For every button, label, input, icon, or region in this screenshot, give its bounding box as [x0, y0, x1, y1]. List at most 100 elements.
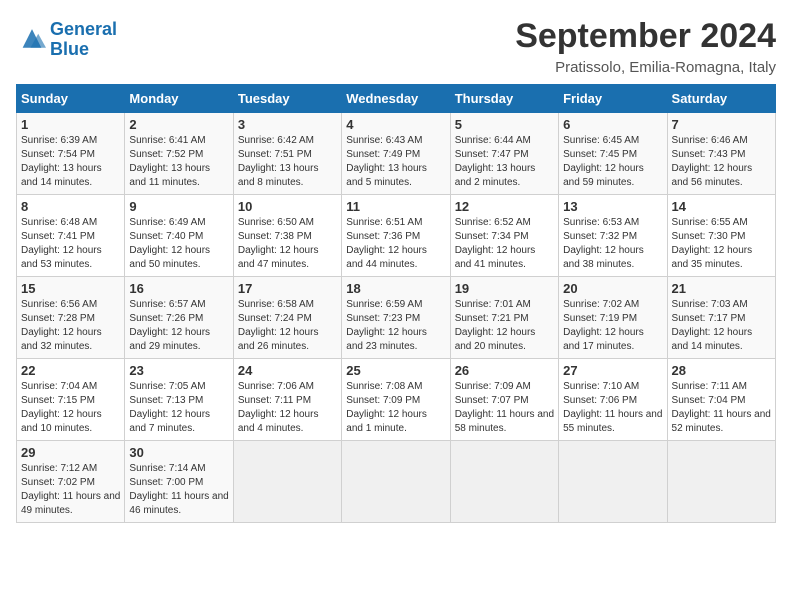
calendar-week-2: 8 Sunrise: 6:48 AM Sunset: 7:41 PM Daylig…	[17, 194, 776, 276]
day-info: Sunrise: 6:59 AM Sunset: 7:23 PM Dayligh…	[346, 298, 445, 354]
day-number: 21	[672, 281, 771, 296]
day-number: 27	[563, 363, 662, 378]
calendar-cell: 12 Sunrise: 6:52 AM Sunset: 7:34 PM Dayli…	[450, 194, 558, 276]
calendar-cell: 30Sunrise: 7:14 AM Sunset: 7:00 PM Dayli…	[125, 440, 233, 522]
day-info: Sunrise: 7:01 AM Sunset: 7:21 PM Dayligh…	[455, 298, 554, 354]
calendar-cell: 10 Sunrise: 6:50 AM Sunset: 7:38 PM Dayli…	[233, 194, 341, 276]
weekday-header-row: SundayMondayTuesdayWednesdayThursdayFrid…	[17, 84, 776, 112]
calendar-cell	[667, 440, 775, 522]
day-number: 4	[346, 117, 445, 132]
day-info: Sunrise: 6:44 AM Sunset: 7:47 PM Dayligh…	[455, 134, 554, 190]
day-info: Sunrise: 7:10 AM Sunset: 7:06 PM Dayligh…	[563, 380, 662, 436]
calendar-cell: 21 Sunrise: 7:03 AM Sunset: 7:17 PM Dayli…	[667, 276, 775, 358]
day-number: 10	[238, 199, 337, 214]
day-info: Sunrise: 7:08 AM Sunset: 7:09 PM Dayligh…	[346, 380, 445, 436]
day-number: 12	[455, 199, 554, 214]
calendar-cell: 24 Sunrise: 7:06 AM Sunset: 7:11 PM Dayli…	[233, 358, 341, 440]
calendar-cell	[233, 440, 341, 522]
day-number: 29	[21, 445, 120, 460]
day-info: Sunrise: 6:39 AM Sunset: 7:54 PM Dayligh…	[21, 134, 120, 190]
calendar-cell: 7 Sunrise: 6:46 AM Sunset: 7:43 PM Daylig…	[667, 112, 775, 194]
calendar-cell: 5 Sunrise: 6:44 AM Sunset: 7:47 PM Daylig…	[450, 112, 558, 194]
calendar-cell: 22 Sunrise: 7:04 AM Sunset: 7:15 PM Dayli…	[17, 358, 125, 440]
calendar-cell: 8 Sunrise: 6:48 AM Sunset: 7:41 PM Daylig…	[17, 194, 125, 276]
day-info: Sunrise: 7:04 AM Sunset: 7:15 PM Dayligh…	[21, 380, 120, 436]
logo-text: GeneralBlue	[50, 20, 117, 60]
calendar-cell: 28Sunrise: 7:11 AM Sunset: 7:04 PM Dayli…	[667, 358, 775, 440]
calendar-cell: 1Sunrise: 6:39 AM Sunset: 7:54 PM Daylig…	[17, 112, 125, 194]
day-info: Sunrise: 6:50 AM Sunset: 7:38 PM Dayligh…	[238, 216, 337, 272]
page-header: GeneralBlue September 2024 Pratissolo, E…	[16, 16, 776, 76]
day-info: Sunrise: 6:49 AM Sunset: 7:40 PM Dayligh…	[129, 216, 228, 272]
day-info: Sunrise: 7:02 AM Sunset: 7:19 PM Dayligh…	[563, 298, 662, 354]
weekday-header-thursday: Thursday	[450, 84, 558, 112]
weekday-header-monday: Monday	[125, 84, 233, 112]
calendar-cell: 3Sunrise: 6:42 AM Sunset: 7:51 PM Daylig…	[233, 112, 341, 194]
calendar-cell: 20Sunrise: 7:02 AM Sunset: 7:19 PM Dayli…	[559, 276, 667, 358]
weekday-header-tuesday: Tuesday	[233, 84, 341, 112]
calendar-cell: 18 Sunrise: 6:59 AM Sunset: 7:23 PM Dayli…	[342, 276, 450, 358]
day-number: 18	[346, 281, 445, 296]
day-number: 26	[455, 363, 554, 378]
day-info: Sunrise: 6:46 AM Sunset: 7:43 PM Dayligh…	[672, 134, 771, 190]
day-number: 7	[672, 117, 771, 132]
calendar-cell: 14 Sunrise: 6:55 AM Sunset: 7:30 PM Dayli…	[667, 194, 775, 276]
calendar-cell: 13 Sunrise: 6:53 AM Sunset: 7:32 PM Dayli…	[559, 194, 667, 276]
calendar-week-3: 15Sunrise: 6:56 AM Sunset: 7:28 PM Dayli…	[17, 276, 776, 358]
day-number: 16	[129, 281, 228, 296]
day-number: 9	[129, 199, 228, 214]
day-number: 13	[563, 199, 662, 214]
calendar-cell: 2Sunrise: 6:41 AM Sunset: 7:52 PM Daylig…	[125, 112, 233, 194]
weekday-header-sunday: Sunday	[17, 84, 125, 112]
day-info: Sunrise: 6:51 AM Sunset: 7:36 PM Dayligh…	[346, 216, 445, 272]
calendar-cell: 4 Sunrise: 6:43 AM Sunset: 7:49 PM Daylig…	[342, 112, 450, 194]
logo-icon	[16, 26, 48, 54]
calendar-week-4: 22 Sunrise: 7:04 AM Sunset: 7:15 PM Dayli…	[17, 358, 776, 440]
day-number: 5	[455, 117, 554, 132]
day-info: Sunrise: 7:03 AM Sunset: 7:17 PM Dayligh…	[672, 298, 771, 354]
logo: GeneralBlue	[16, 20, 117, 60]
weekday-header-friday: Friday	[559, 84, 667, 112]
calendar-cell: 15Sunrise: 6:56 AM Sunset: 7:28 PM Dayli…	[17, 276, 125, 358]
weekday-header-saturday: Saturday	[667, 84, 775, 112]
month-title: September 2024	[515, 16, 776, 57]
day-number: 24	[238, 363, 337, 378]
calendar-cell: 6Sunrise: 6:45 AM Sunset: 7:45 PM Daylig…	[559, 112, 667, 194]
calendar-cell	[342, 440, 450, 522]
day-info: Sunrise: 6:52 AM Sunset: 7:34 PM Dayligh…	[455, 216, 554, 272]
day-number: 15	[21, 281, 120, 296]
day-info: Sunrise: 6:43 AM Sunset: 7:49 PM Dayligh…	[346, 134, 445, 190]
day-info: Sunrise: 7:05 AM Sunset: 7:13 PM Dayligh…	[129, 380, 228, 436]
calendar-cell: 16Sunrise: 6:57 AM Sunset: 7:26 PM Dayli…	[125, 276, 233, 358]
title-section: September 2024 Pratissolo, Emilia-Romagn…	[515, 16, 776, 76]
calendar-cell: 23 Sunrise: 7:05 AM Sunset: 7:13 PM Dayli…	[125, 358, 233, 440]
day-number: 6	[563, 117, 662, 132]
calendar-cell: 27 Sunrise: 7:10 AM Sunset: 7:06 PM Dayli…	[559, 358, 667, 440]
day-info: Sunrise: 7:12 AM Sunset: 7:02 PM Dayligh…	[21, 462, 120, 518]
day-info: Sunrise: 7:11 AM Sunset: 7:04 PM Dayligh…	[672, 380, 771, 436]
day-number: 22	[21, 363, 120, 378]
day-number: 14	[672, 199, 771, 214]
calendar-cell	[559, 440, 667, 522]
calendar-cell: 11Sunrise: 6:51 AM Sunset: 7:36 PM Dayli…	[342, 194, 450, 276]
calendar-cell: 25Sunrise: 7:08 AM Sunset: 7:09 PM Dayli…	[342, 358, 450, 440]
day-number: 8	[21, 199, 120, 214]
day-info: Sunrise: 7:09 AM Sunset: 7:07 PM Dayligh…	[455, 380, 554, 436]
day-info: Sunrise: 7:14 AM Sunset: 7:00 PM Dayligh…	[129, 462, 228, 518]
location: Pratissolo, Emilia-Romagna, Italy	[515, 59, 776, 76]
calendar-week-1: 1Sunrise: 6:39 AM Sunset: 7:54 PM Daylig…	[17, 112, 776, 194]
calendar-cell: 29 Sunrise: 7:12 AM Sunset: 7:02 PM Dayli…	[17, 440, 125, 522]
day-number: 23	[129, 363, 228, 378]
calendar-cell: 9 Sunrise: 6:49 AM Sunset: 7:40 PM Daylig…	[125, 194, 233, 276]
calendar-cell: 26 Sunrise: 7:09 AM Sunset: 7:07 PM Dayli…	[450, 358, 558, 440]
calendar-week-5: 29 Sunrise: 7:12 AM Sunset: 7:02 PM Dayli…	[17, 440, 776, 522]
day-info: Sunrise: 7:06 AM Sunset: 7:11 PM Dayligh…	[238, 380, 337, 436]
calendar-cell: 17Sunrise: 6:58 AM Sunset: 7:24 PM Dayli…	[233, 276, 341, 358]
day-info: Sunrise: 6:41 AM Sunset: 7:52 PM Dayligh…	[129, 134, 228, 190]
calendar-table: SundayMondayTuesdayWednesdayThursdayFrid…	[16, 84, 776, 523]
day-info: Sunrise: 6:53 AM Sunset: 7:32 PM Dayligh…	[563, 216, 662, 272]
day-info: Sunrise: 6:48 AM Sunset: 7:41 PM Dayligh…	[21, 216, 120, 272]
day-number: 3	[238, 117, 337, 132]
day-info: Sunrise: 6:55 AM Sunset: 7:30 PM Dayligh…	[672, 216, 771, 272]
day-number: 19	[455, 281, 554, 296]
